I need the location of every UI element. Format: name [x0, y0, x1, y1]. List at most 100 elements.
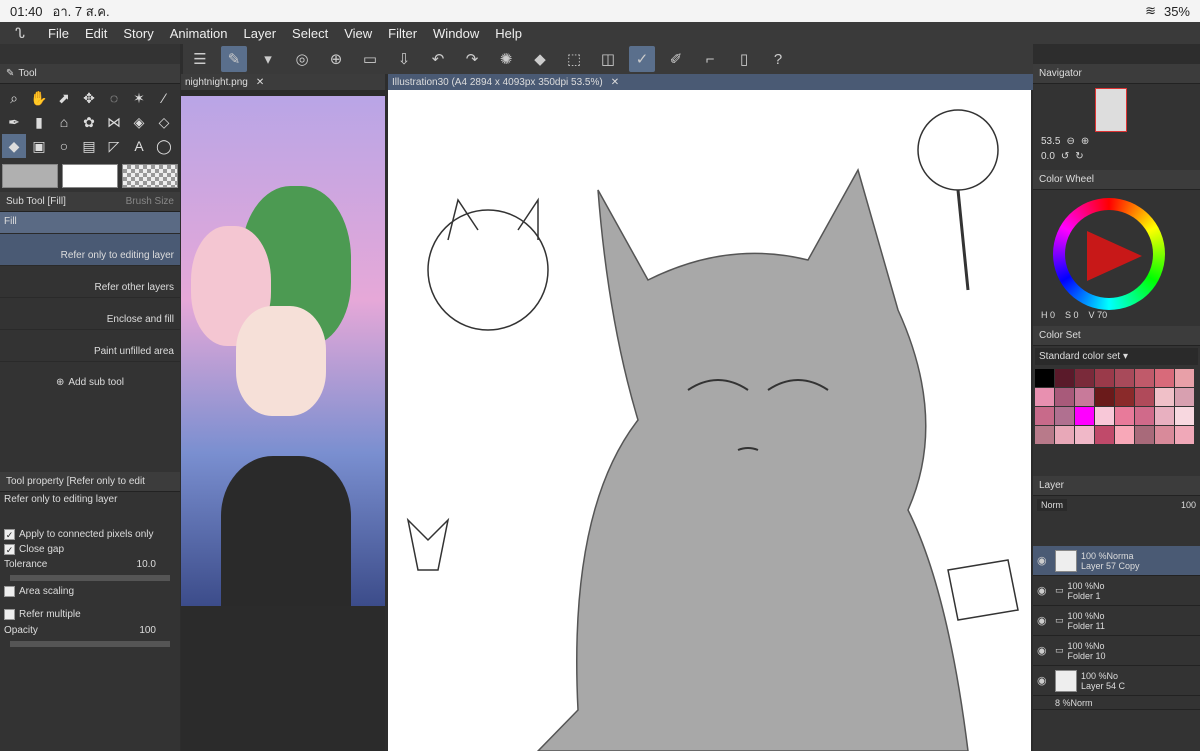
palette-swatch[interactable] [1035, 407, 1054, 425]
layer-opacity-value[interactable]: 100 [1181, 500, 1196, 510]
frame-icon[interactable]: ▤ [77, 134, 101, 158]
lasso-tool-icon[interactable]: ◌ [102, 86, 126, 110]
palette-swatch[interactable] [1035, 388, 1054, 406]
airbrush-icon[interactable]: ⌂ [52, 110, 76, 134]
open-folder-icon[interactable]: ▭ [357, 46, 383, 72]
palette-swatch[interactable] [1175, 407, 1194, 425]
menu-layer[interactable]: Layer [236, 26, 285, 41]
transparent-swatch[interactable] [122, 164, 178, 188]
menu-icon[interactable]: ☰ [187, 46, 213, 72]
fill-tool-icon[interactable]: ◆ [2, 134, 26, 158]
palette-swatch[interactable] [1155, 407, 1174, 425]
pen-check-icon[interactable]: ✓ [629, 46, 655, 72]
layer-row[interactable]: 8 %Norm [1033, 696, 1200, 710]
undo-icon[interactable]: ↶ [425, 46, 451, 72]
close-icon[interactable]: ✕ [256, 77, 264, 88]
main-color-swatch[interactable] [2, 164, 58, 188]
menu-help[interactable]: Help [487, 26, 530, 41]
palette-swatch[interactable] [1135, 388, 1154, 406]
menu-file[interactable]: File [40, 26, 77, 41]
new-file-icon[interactable]: ⊕ [323, 46, 349, 72]
hand-tool-icon[interactable]: ✋ [27, 86, 51, 110]
palette-swatch[interactable] [1175, 369, 1194, 387]
palette-swatch[interactable] [1115, 407, 1134, 425]
tolerance-slider[interactable] [10, 575, 170, 582]
subtool-fill[interactable]: Fill [0, 212, 180, 234]
palette-swatch[interactable] [1135, 426, 1154, 444]
transform-icon[interactable]: ⬚ [561, 46, 587, 72]
rotate-left-icon[interactable]: ↺ [1061, 151, 1069, 162]
decoration-icon[interactable]: ✿ [77, 110, 101, 134]
palette-swatch[interactable] [1075, 426, 1094, 444]
eraser-icon[interactable]: ◇ [152, 110, 176, 134]
fill-bucket-icon[interactable]: ◆ [527, 46, 553, 72]
area-scaling-checkbox[interactable]: Area scaling [0, 584, 180, 599]
add-subtool-button[interactable]: ⊕ Add sub tool [0, 362, 180, 402]
palette-swatch[interactable] [1055, 407, 1074, 425]
palette-swatch[interactable] [1055, 369, 1074, 387]
app-logo-icon[interactable]: ᔐ [0, 25, 40, 42]
eyedropper-icon[interactable]: ⁄ [152, 86, 176, 110]
device-icon[interactable]: ▯ [731, 46, 757, 72]
opacity-slider[interactable] [10, 640, 170, 647]
subtool-refer-other[interactable]: Refer other layers [0, 266, 180, 298]
layer-row[interactable]: ◉ 100 %Norma Layer 57 Copy [1033, 546, 1200, 576]
dropdown-icon[interactable]: ▾ [255, 46, 281, 72]
palette-swatch[interactable] [1055, 426, 1074, 444]
pen-tool-icon[interactable]: ✒ [2, 110, 26, 134]
color-wheel[interactable] [1033, 190, 1200, 310]
text-tool-icon[interactable]: A [127, 134, 151, 158]
palette-swatch[interactable] [1075, 369, 1094, 387]
palette-swatch[interactable] [1095, 426, 1114, 444]
redo-icon[interactable]: ↷ [459, 46, 485, 72]
balloon-icon[interactable]: ◯ [152, 134, 176, 158]
subtool-refer-editing[interactable]: Refer only to editing layer [0, 234, 180, 266]
selection-icon[interactable]: ◫ [595, 46, 621, 72]
loading-icon[interactable]: ✺ [493, 46, 519, 72]
palette-swatch[interactable] [1115, 426, 1134, 444]
ruler-icon[interactable]: ⌐ [697, 46, 723, 72]
layer-row[interactable]: ◉ ▭ 100 %No Folder 11 [1033, 606, 1200, 636]
move-tool-icon[interactable]: ✥ [77, 86, 101, 110]
brush-icon[interactable]: ✐ [663, 46, 689, 72]
palette-swatch[interactable] [1155, 388, 1174, 406]
blend-mode-select[interactable]: Norm [1037, 499, 1067, 511]
shape-icon[interactable]: ○ [52, 134, 76, 158]
palette-swatch[interactable] [1055, 388, 1074, 406]
layer-row[interactable]: ◉ 100 %No Layer 54 C [1033, 666, 1200, 696]
main-tab[interactable]: Illustration30 (A4 2894 x 4093px 350dpi … [388, 74, 1033, 90]
menu-story[interactable]: Story [115, 26, 161, 41]
ruler-tool-icon[interactable]: ◸ [102, 134, 126, 158]
spiral-icon[interactable]: ◎ [289, 46, 315, 72]
layer-row[interactable]: ◉ ▭ 100 %No Folder 10 [1033, 636, 1200, 666]
blend-icon[interactable]: ◈ [127, 110, 151, 134]
close-icon[interactable]: ✕ [611, 77, 619, 88]
rotate-right-icon[interactable]: ↻ [1075, 151, 1083, 162]
magic-wand-icon[interactable]: ✶ [127, 86, 151, 110]
subtool-paint-unfilled[interactable]: Paint unfilled area [0, 330, 180, 362]
palette-swatch[interactable] [1115, 388, 1134, 406]
eye-icon[interactable]: ◉ [1037, 674, 1051, 687]
marker-tool-icon[interactable]: ▮ [27, 110, 51, 134]
sub-color-swatch[interactable] [62, 164, 118, 188]
reference-tab[interactable]: nightnight.png ✕ [181, 74, 385, 90]
apply-connected-checkbox[interactable]: ✓ Apply to connected pixels only [0, 527, 180, 542]
eye-icon[interactable]: ◉ [1037, 644, 1051, 657]
palette-swatch[interactable] [1155, 426, 1174, 444]
palette-swatch[interactable] [1095, 407, 1114, 425]
palette-swatch[interactable] [1075, 407, 1094, 425]
palette-swatch[interactable] [1095, 369, 1114, 387]
zoom-tool-icon[interactable]: ⌕ [2, 86, 26, 110]
brush-size-tab[interactable]: Brush Size [126, 196, 174, 207]
save-icon[interactable]: ⇩ [391, 46, 417, 72]
palette-swatch[interactable] [1035, 369, 1054, 387]
subtool-enclose[interactable]: Enclose and fill [0, 298, 180, 330]
help-icon[interactable]: ? [765, 46, 791, 72]
menu-filter[interactable]: Filter [380, 26, 425, 41]
refer-multiple-checkbox[interactable]: Refer multiple [0, 607, 180, 622]
close-gap-checkbox[interactable]: ✓ Close gap [0, 542, 180, 557]
zoom-value[interactable]: 53.5 [1041, 136, 1060, 147]
drawing-canvas[interactable] [388, 90, 1031, 751]
brush-mode-icon[interactable]: ✎ [221, 46, 247, 72]
palette-swatch[interactable] [1135, 407, 1154, 425]
